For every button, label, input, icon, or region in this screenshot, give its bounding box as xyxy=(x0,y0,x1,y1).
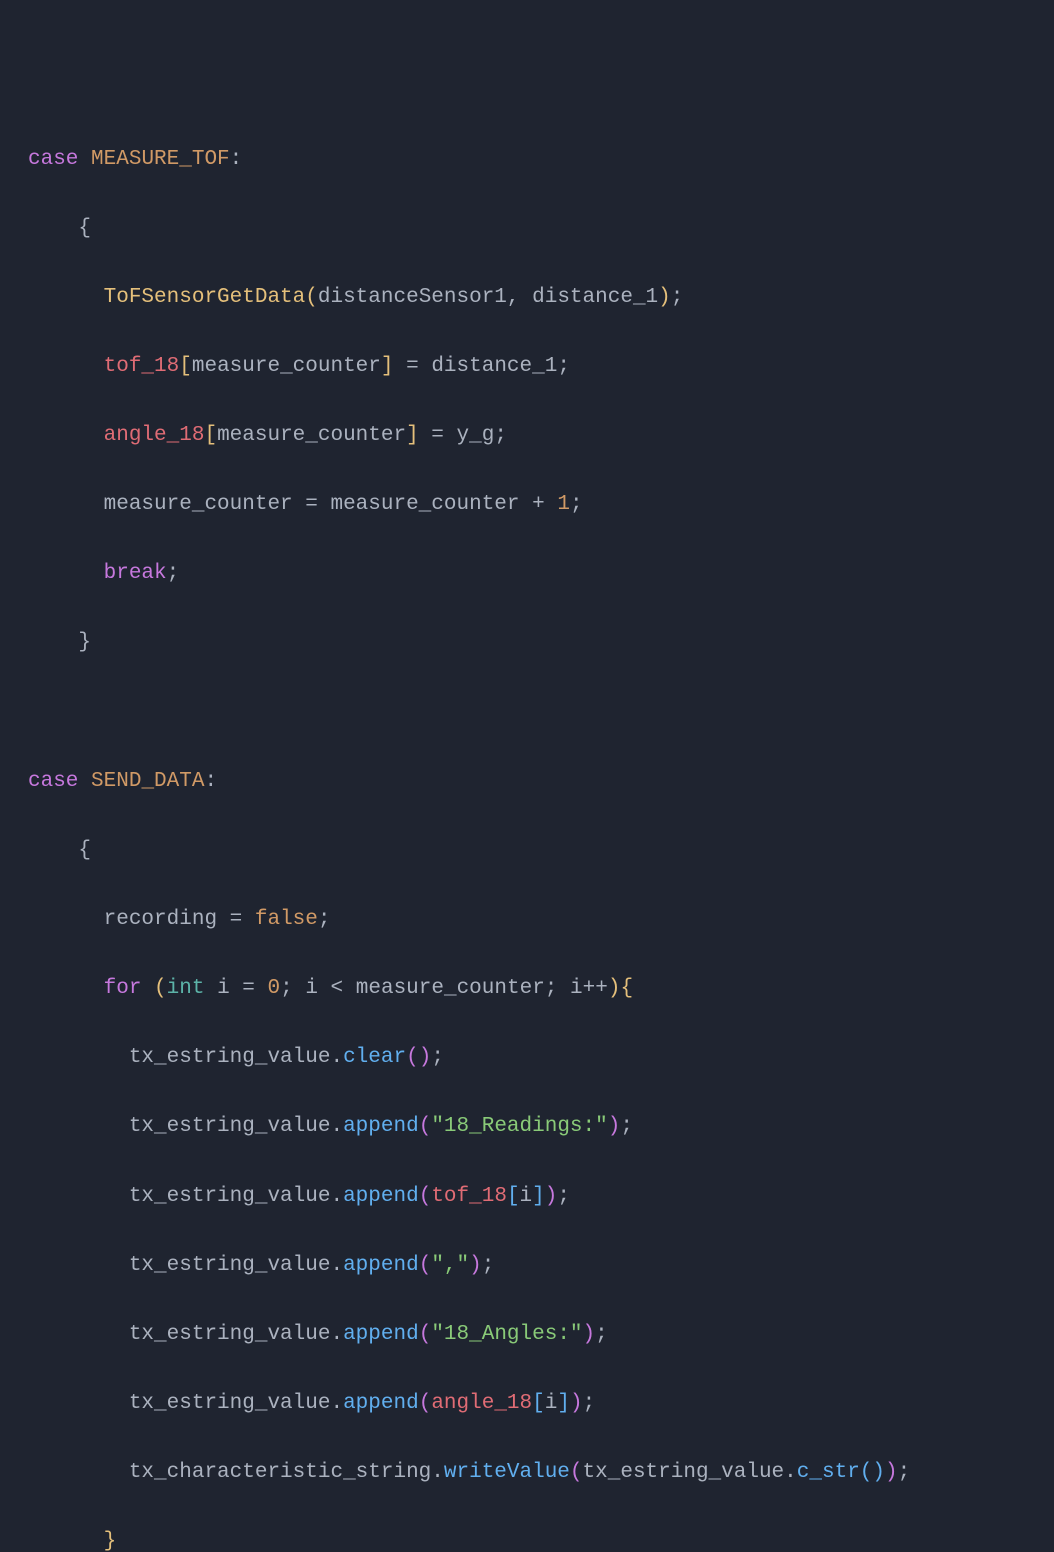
code-line[interactable]: { xyxy=(0,834,1054,869)
brace-open: { xyxy=(78,839,91,862)
string-literal: "18_Angles:" xyxy=(431,1323,582,1346)
method-call: append xyxy=(343,1115,419,1138)
code-line[interactable]: tx_characteristic_string.writeValue(tx_e… xyxy=(0,1456,1054,1491)
function-call: ToFSensorGetData xyxy=(104,286,306,309)
brace-close: } xyxy=(78,631,91,654)
code-line[interactable]: case MEASURE_TOF: xyxy=(0,143,1054,178)
keyword-case: case xyxy=(28,148,78,171)
case-label: SEND_DATA xyxy=(91,770,204,793)
code-line[interactable]: tx_estring_value.append(","); xyxy=(0,1249,1054,1284)
code-line[interactable]: tx_estring_value.append("18_Angles:"); xyxy=(0,1318,1054,1353)
code-line[interactable]: { xyxy=(0,212,1054,247)
code-line[interactable]: ToFSensorGetData(distanceSensor1, distan… xyxy=(0,281,1054,316)
code-line[interactable]: tx_estring_value.clear(); xyxy=(0,1041,1054,1076)
code-line[interactable] xyxy=(0,696,1054,731)
code-line[interactable]: case SEND_DATA: xyxy=(0,765,1054,800)
code-line[interactable]: tx_estring_value.append(tof_18[i]); xyxy=(0,1180,1054,1215)
literal-false: false xyxy=(255,908,318,931)
code-line[interactable]: } xyxy=(0,1525,1054,1552)
brace-close: } xyxy=(104,1530,117,1552)
keyword-for: for xyxy=(104,977,142,1000)
code-line[interactable]: } xyxy=(0,627,1054,662)
code-line[interactable]: angle_18[measure_counter] = y_g; xyxy=(0,419,1054,454)
method-call: append xyxy=(343,1185,419,1208)
array-name: angle_18 xyxy=(104,424,205,447)
string-literal: "," xyxy=(431,1254,469,1277)
code-line[interactable]: tof_18[measure_counter] = distance_1; xyxy=(0,350,1054,385)
code-line[interactable]: tx_estring_value.append(angle_18[i]); xyxy=(0,1387,1054,1422)
method-call: append xyxy=(343,1323,419,1346)
code-line[interactable]: measure_counter = measure_counter + 1; xyxy=(0,488,1054,523)
type-int: int xyxy=(167,977,205,1000)
brace-open: { xyxy=(78,217,91,240)
keyword-break: break xyxy=(104,562,167,585)
code-line[interactable]: recording = false; xyxy=(0,903,1054,938)
keyword-case: case xyxy=(28,770,78,793)
method-call: writeValue xyxy=(444,1461,570,1484)
array-name: tof_18 xyxy=(104,355,180,378)
method-call: append xyxy=(343,1254,419,1277)
method-call: append xyxy=(343,1392,419,1415)
code-line[interactable]: break; xyxy=(0,557,1054,592)
code-line[interactable]: for (int i = 0; i < measure_counter; i++… xyxy=(0,972,1054,1007)
string-literal: "18_Readings:" xyxy=(431,1115,607,1138)
method-call: clear xyxy=(343,1046,406,1069)
code-line[interactable]: tx_estring_value.append("18_Readings:"); xyxy=(0,1111,1054,1146)
case-label: MEASURE_TOF xyxy=(91,148,230,171)
